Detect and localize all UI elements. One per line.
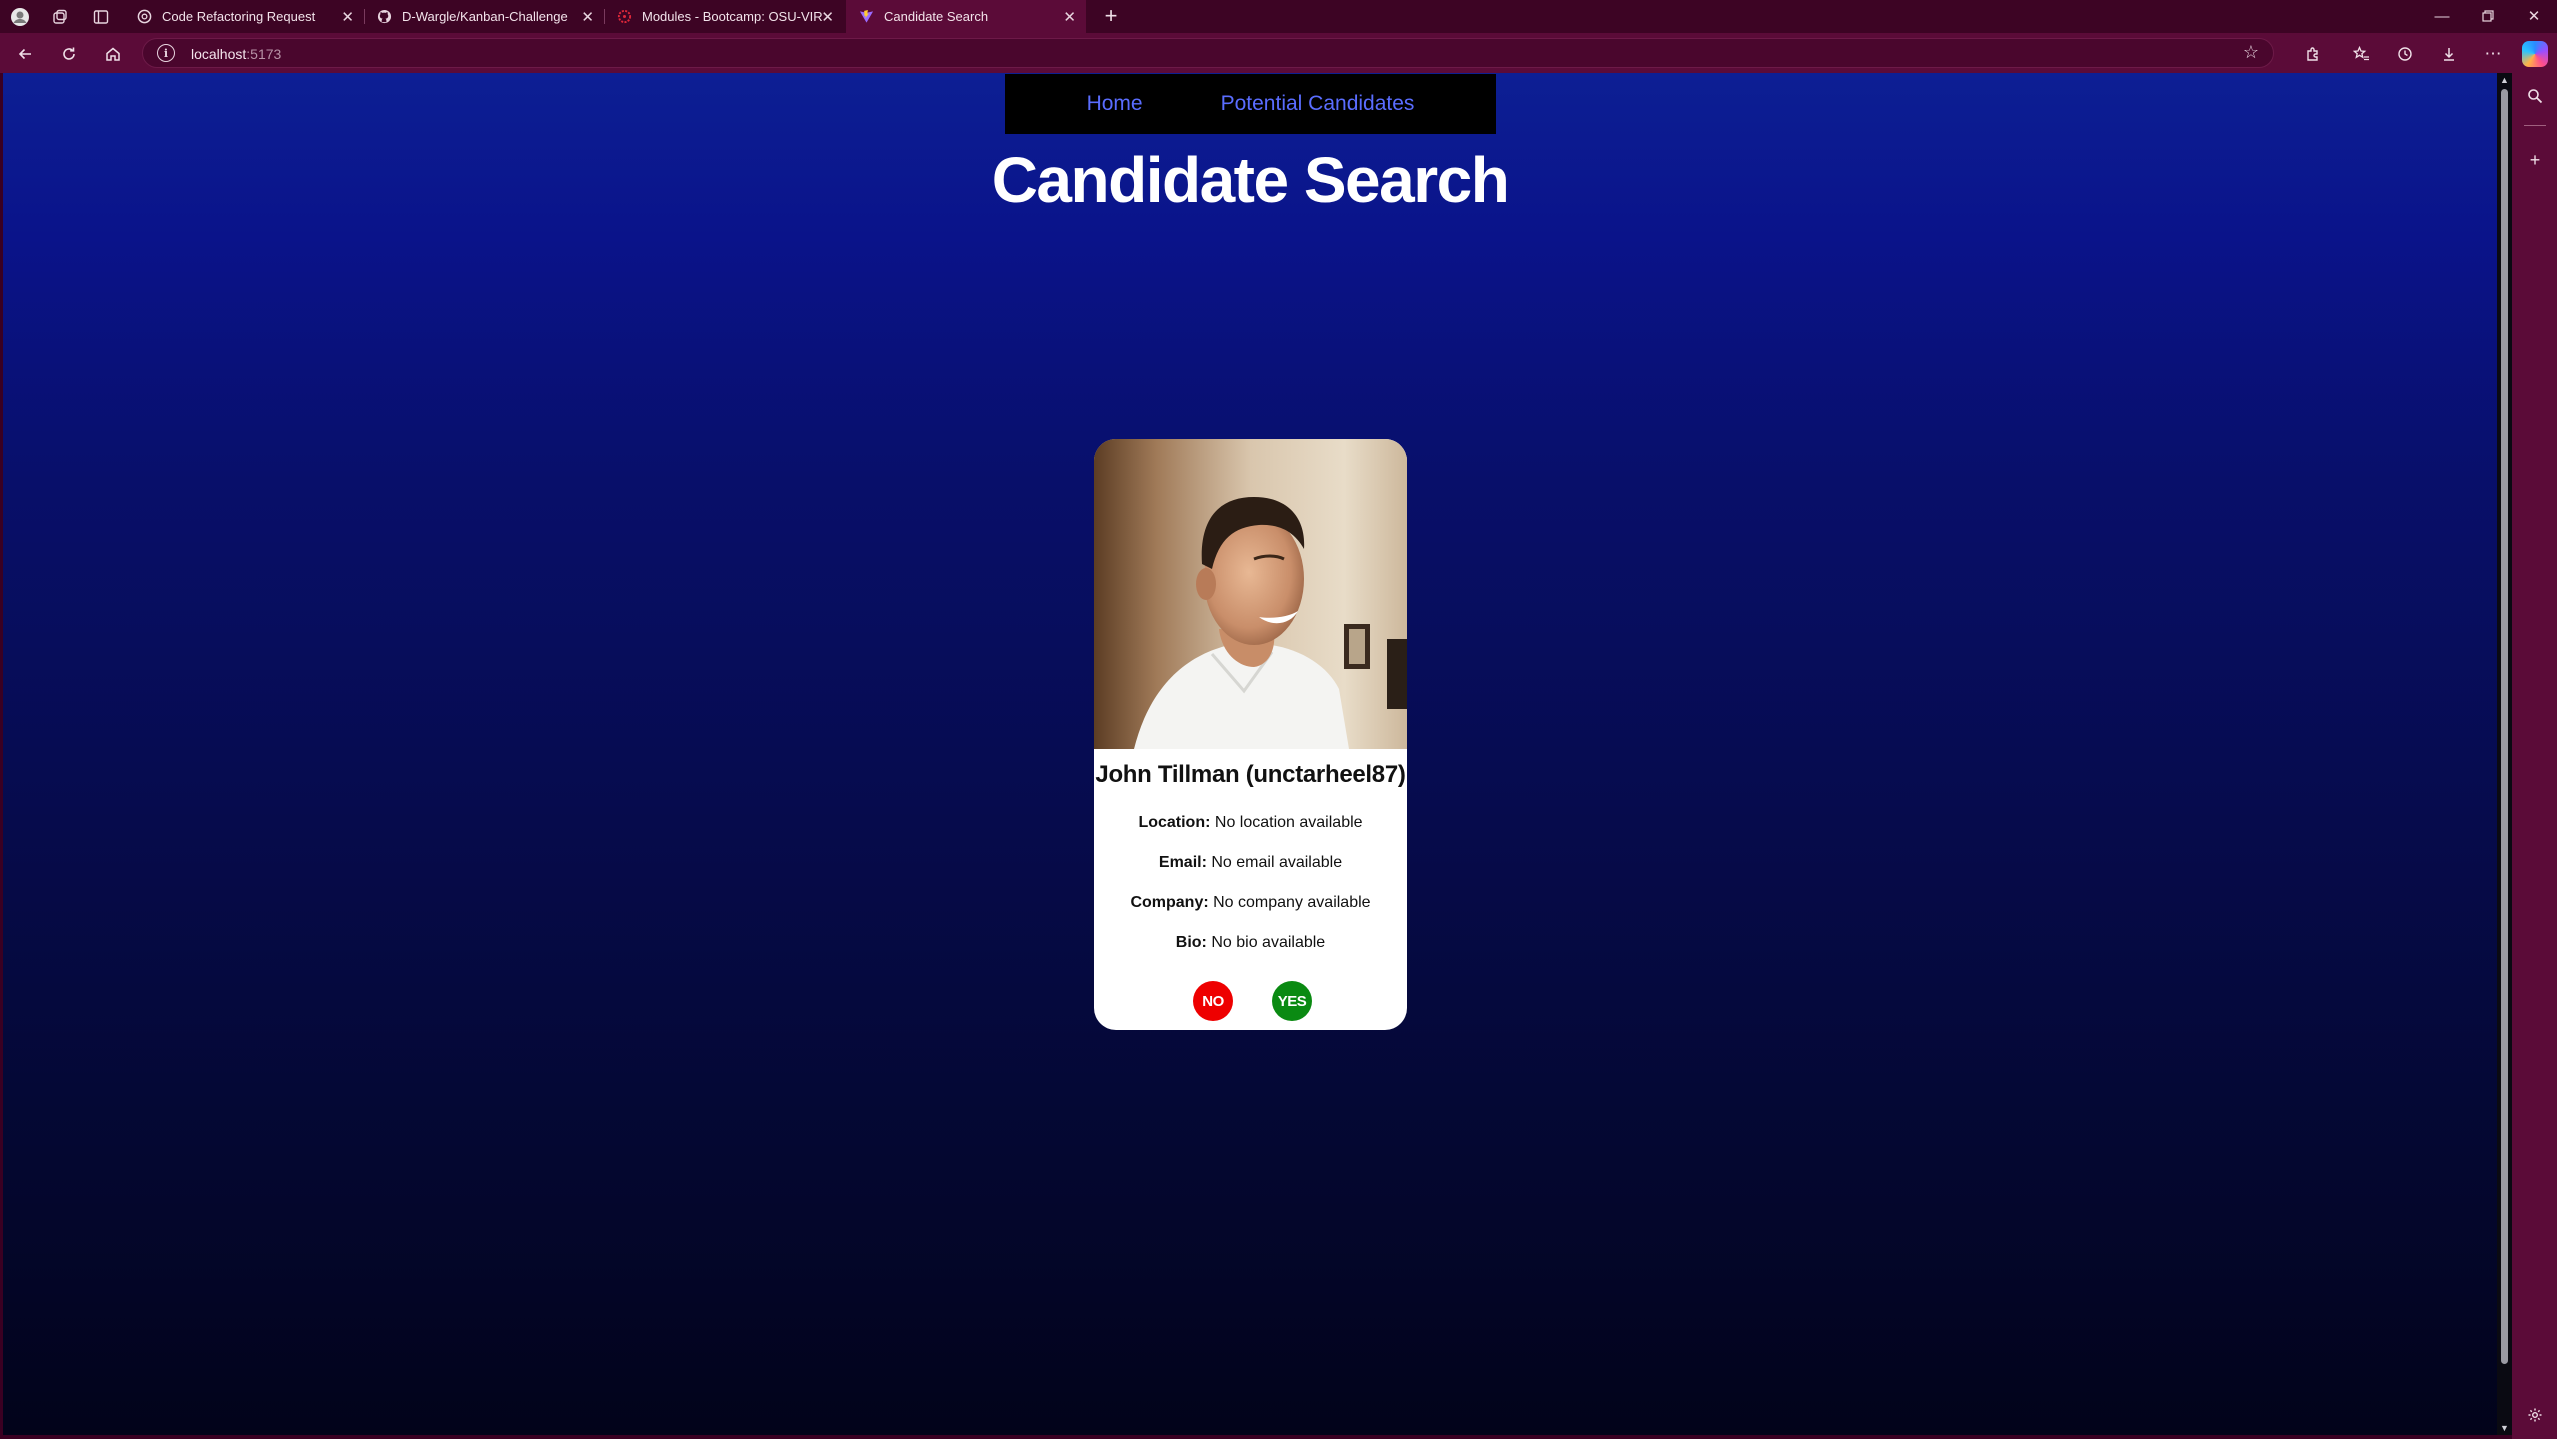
location-label: Location: xyxy=(1138,814,1211,831)
company-label: Company: xyxy=(1130,894,1209,911)
email-value: No email available xyxy=(1211,854,1343,871)
scroll-up-arrow-icon[interactable]: ▲ xyxy=(2500,75,2509,85)
browser-tab-bar: Code Refactoring Request ✕ D-Wargle/Kanb… xyxy=(0,0,2557,33)
sidebar-divider xyxy=(2524,125,2546,126)
tab-bootcamp-modules[interactable]: Modules - Bootcamp: OSU-VIRT- ✕ xyxy=(604,0,844,33)
bio-value: No bio available xyxy=(1211,934,1326,951)
location-value: No location available xyxy=(1214,814,1363,831)
scrollbar-thumb[interactable] xyxy=(2501,89,2508,1364)
email-label: Email: xyxy=(1158,854,1207,871)
profile-avatar-icon[interactable] xyxy=(9,6,31,28)
candidate-name: John Tillman (unctarheel87) xyxy=(1095,761,1406,788)
close-icon[interactable]: ✕ xyxy=(1063,8,1076,26)
github-icon xyxy=(376,9,392,25)
candidate-company: Company: No company available xyxy=(1094,894,1407,912)
add-icon[interactable]: + xyxy=(2522,147,2548,173)
workspaces-icon[interactable] xyxy=(49,6,71,28)
nav-link-potential-candidates[interactable]: Potential Candidates xyxy=(1221,92,1415,116)
home-icon[interactable] xyxy=(100,41,126,67)
tab-title: Candidate Search xyxy=(884,9,989,24)
page-scrollbar[interactable]: ▲ ▼ xyxy=(2497,73,2512,1435)
candidate-card: John Tillman (unctarheel87) Location: No… xyxy=(1094,439,1407,1030)
favorites-icon[interactable] xyxy=(2348,41,2374,67)
refresh-icon[interactable] xyxy=(56,41,82,67)
candidate-bio: Bio: No bio available xyxy=(1094,934,1407,952)
tab-candidate-search[interactable]: Candidate Search ✕ xyxy=(846,0,1086,33)
nav-link-home[interactable]: Home xyxy=(1087,92,1143,116)
candidate-email: Email: No email available xyxy=(1094,854,1407,872)
tab-kanban-challenge[interactable]: D-Wargle/Kanban-Challenge ✕ xyxy=(364,0,604,33)
close-icon[interactable]: ✕ xyxy=(821,8,834,26)
history-icon[interactable] xyxy=(2392,41,2418,67)
browser-toolbar: i localhost:5173 ☆ ⋯ xyxy=(0,33,2557,73)
restore-icon[interactable] xyxy=(2474,4,2502,28)
copilot-icon[interactable] xyxy=(2522,41,2548,67)
address-url[interactable]: localhost:5173 xyxy=(191,46,281,62)
new-tab-button[interactable]: + xyxy=(1098,3,1124,29)
company-value: No company available xyxy=(1213,894,1371,911)
reject-button[interactable]: NO xyxy=(1193,981,1233,1021)
scroll-down-arrow-icon[interactable]: ▼ xyxy=(2500,1423,2509,1433)
close-icon[interactable]: ✕ xyxy=(581,8,594,26)
minimize-icon[interactable]: — xyxy=(2428,4,2456,28)
browser-sidebar: + xyxy=(2512,73,2557,1439)
site-nav: Home Potential Candidates xyxy=(1005,74,1496,134)
site-info-icon[interactable]: i xyxy=(157,44,175,62)
canvas-icon xyxy=(616,9,632,25)
url-host: localhost xyxy=(191,46,247,62)
candidate-location: Location: No location available xyxy=(1094,814,1407,832)
download-icon[interactable] xyxy=(2436,41,2462,67)
close-window-icon[interactable]: ✕ xyxy=(2520,4,2548,28)
page-viewport: Home Potential Candidates Candidate Sear… xyxy=(3,73,2497,1435)
vite-icon xyxy=(858,9,874,25)
close-icon[interactable]: ✕ xyxy=(341,8,354,26)
address-bar[interactable]: i localhost:5173 ☆ xyxy=(142,38,2274,68)
tab-title: D-Wargle/Kanban-Challenge xyxy=(402,9,568,24)
vertical-tabs-icon[interactable] xyxy=(90,6,112,28)
openai-icon xyxy=(136,9,152,25)
settings-gear-icon[interactable] xyxy=(2522,1402,2548,1428)
url-port: :5173 xyxy=(246,46,282,62)
tab-title: Modules - Bootcamp: OSU-VIRT- xyxy=(642,9,822,24)
page-title: Candidate Search xyxy=(991,144,1510,216)
favorite-star-icon[interactable]: ☆ xyxy=(2243,42,2259,63)
tab-code-refactoring[interactable]: Code Refactoring Request ✕ xyxy=(124,0,364,33)
candidate-avatar xyxy=(1094,439,1407,749)
bio-label: Bio: xyxy=(1175,934,1207,951)
accept-button[interactable]: YES xyxy=(1272,981,1312,1021)
back-icon[interactable] xyxy=(12,41,38,67)
more-options-icon[interactable]: ⋯ xyxy=(2480,41,2506,67)
search-icon[interactable] xyxy=(2522,83,2548,109)
tab-title: Code Refactoring Request xyxy=(162,9,316,24)
extensions-icon[interactable] xyxy=(2300,41,2326,67)
